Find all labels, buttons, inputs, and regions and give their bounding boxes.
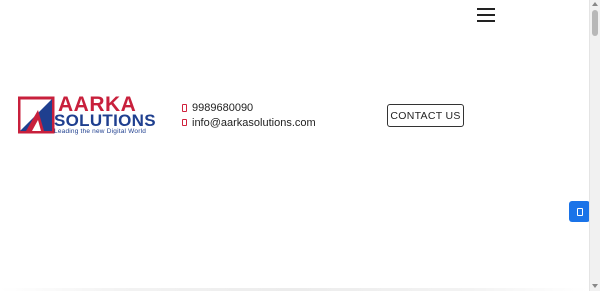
contact-info: 9989680090 info@aarkasolutions.com (182, 100, 316, 130)
email-row[interactable]: info@aarkasolutions.com (182, 115, 316, 130)
email-address[interactable]: info@aarkasolutions.com (192, 117, 316, 129)
mobile-phone-icon (576, 207, 583, 216)
logo-mark-icon (18, 96, 55, 134)
logo-tagline: Leading the new Digital World (54, 128, 147, 135)
scrollbar-thumb[interactable] (592, 10, 598, 36)
mobile-phone-icon (182, 103, 187, 112)
vertical-scrollbar[interactable] (589, 0, 600, 291)
hamburger-line (477, 20, 495, 22)
scroll-down-icon[interactable] (592, 284, 598, 288)
hamburger-menu-icon[interactable] (477, 8, 495, 22)
hamburger-line (477, 8, 495, 10)
phone-row[interactable]: 9989680090 (182, 100, 316, 115)
brand-logo[interactable]: AARKA SOLUTIONS Leading the new Digital … (18, 94, 156, 136)
phone-number[interactable]: 9989680090 (192, 102, 253, 114)
mobile-phone-icon (182, 119, 187, 126)
hamburger-line (477, 14, 495, 16)
contact-us-button[interactable]: CONTACT US (387, 104, 464, 127)
page: AARKA SOLUTIONS Leading the new Digital … (0, 0, 600, 291)
scroll-up-icon[interactable] (592, 2, 598, 6)
floating-call-button[interactable] (569, 201, 590, 222)
